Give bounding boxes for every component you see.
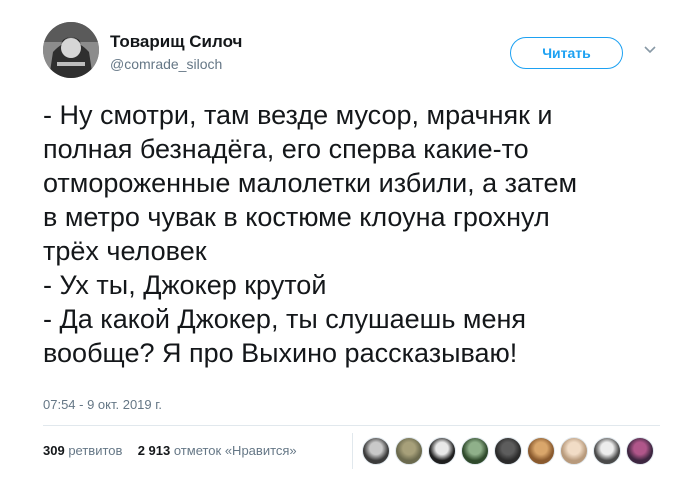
tweet-text-line: в метро чувак в костюме клоуна грохнул [43,202,550,232]
tweet-text-line: трёх человек [43,236,207,266]
tweet-text-line: полная безнадёга, его сперва какие-то [43,134,529,164]
liker-avatar-1[interactable] [362,437,390,465]
tweet-stats: 309 ретвитов 2 913 отметок «Нравится» [43,443,297,458]
retweets-label: ретвитов [68,443,123,458]
tweet-timestamp[interactable]: 07:54 - 9 окт. 2019 г. [43,397,162,412]
tweet-text-line: отмороженные малолетки избили, а затем [43,168,578,198]
liker-avatar-8[interactable] [593,437,621,465]
avatar[interactable] [43,22,99,78]
likes-count: 2 913 [137,443,171,458]
follow-button[interactable]: Читать [510,37,623,69]
retweets-stat[interactable]: 309 ретвитов [43,443,126,458]
liker-avatar-5[interactable] [494,437,522,465]
author-display-name[interactable]: Товарищ Силоч [110,32,242,52]
liker-avatar-3[interactable] [428,437,456,465]
liker-avatars [362,437,659,465]
divider [43,425,660,426]
liker-avatar-4[interactable] [461,437,489,465]
liker-avatar-9[interactable] [626,437,654,465]
tweet-text-line: - Да какой Джокер, ты слушаешь меня [43,304,527,334]
stats-divider [352,433,353,469]
chevron-down-icon[interactable] [642,42,658,58]
liker-avatar-2[interactable] [395,437,423,465]
likes-label: отметок «Нравится» [173,443,297,458]
liker-avatar-7[interactable] [560,437,588,465]
retweets-count: 309 [43,443,65,458]
tweet-text: - Ну смотри, там везде мусор, мрачняк и п… [43,98,663,370]
tweet-text-line: - Ну смотри, там везде мусор, мрачняк и [43,100,553,130]
liker-avatar-6[interactable] [527,437,555,465]
author-handle[interactable]: @comrade_siloch [110,56,222,72]
tweet-text-line: - Ух ты, Джокер крутой [43,270,327,300]
likes-stat[interactable]: 2 913 отметок «Нравится» [138,443,297,458]
tweet-text-line: вообще? Я про Выхино рассказываю! [43,338,518,368]
